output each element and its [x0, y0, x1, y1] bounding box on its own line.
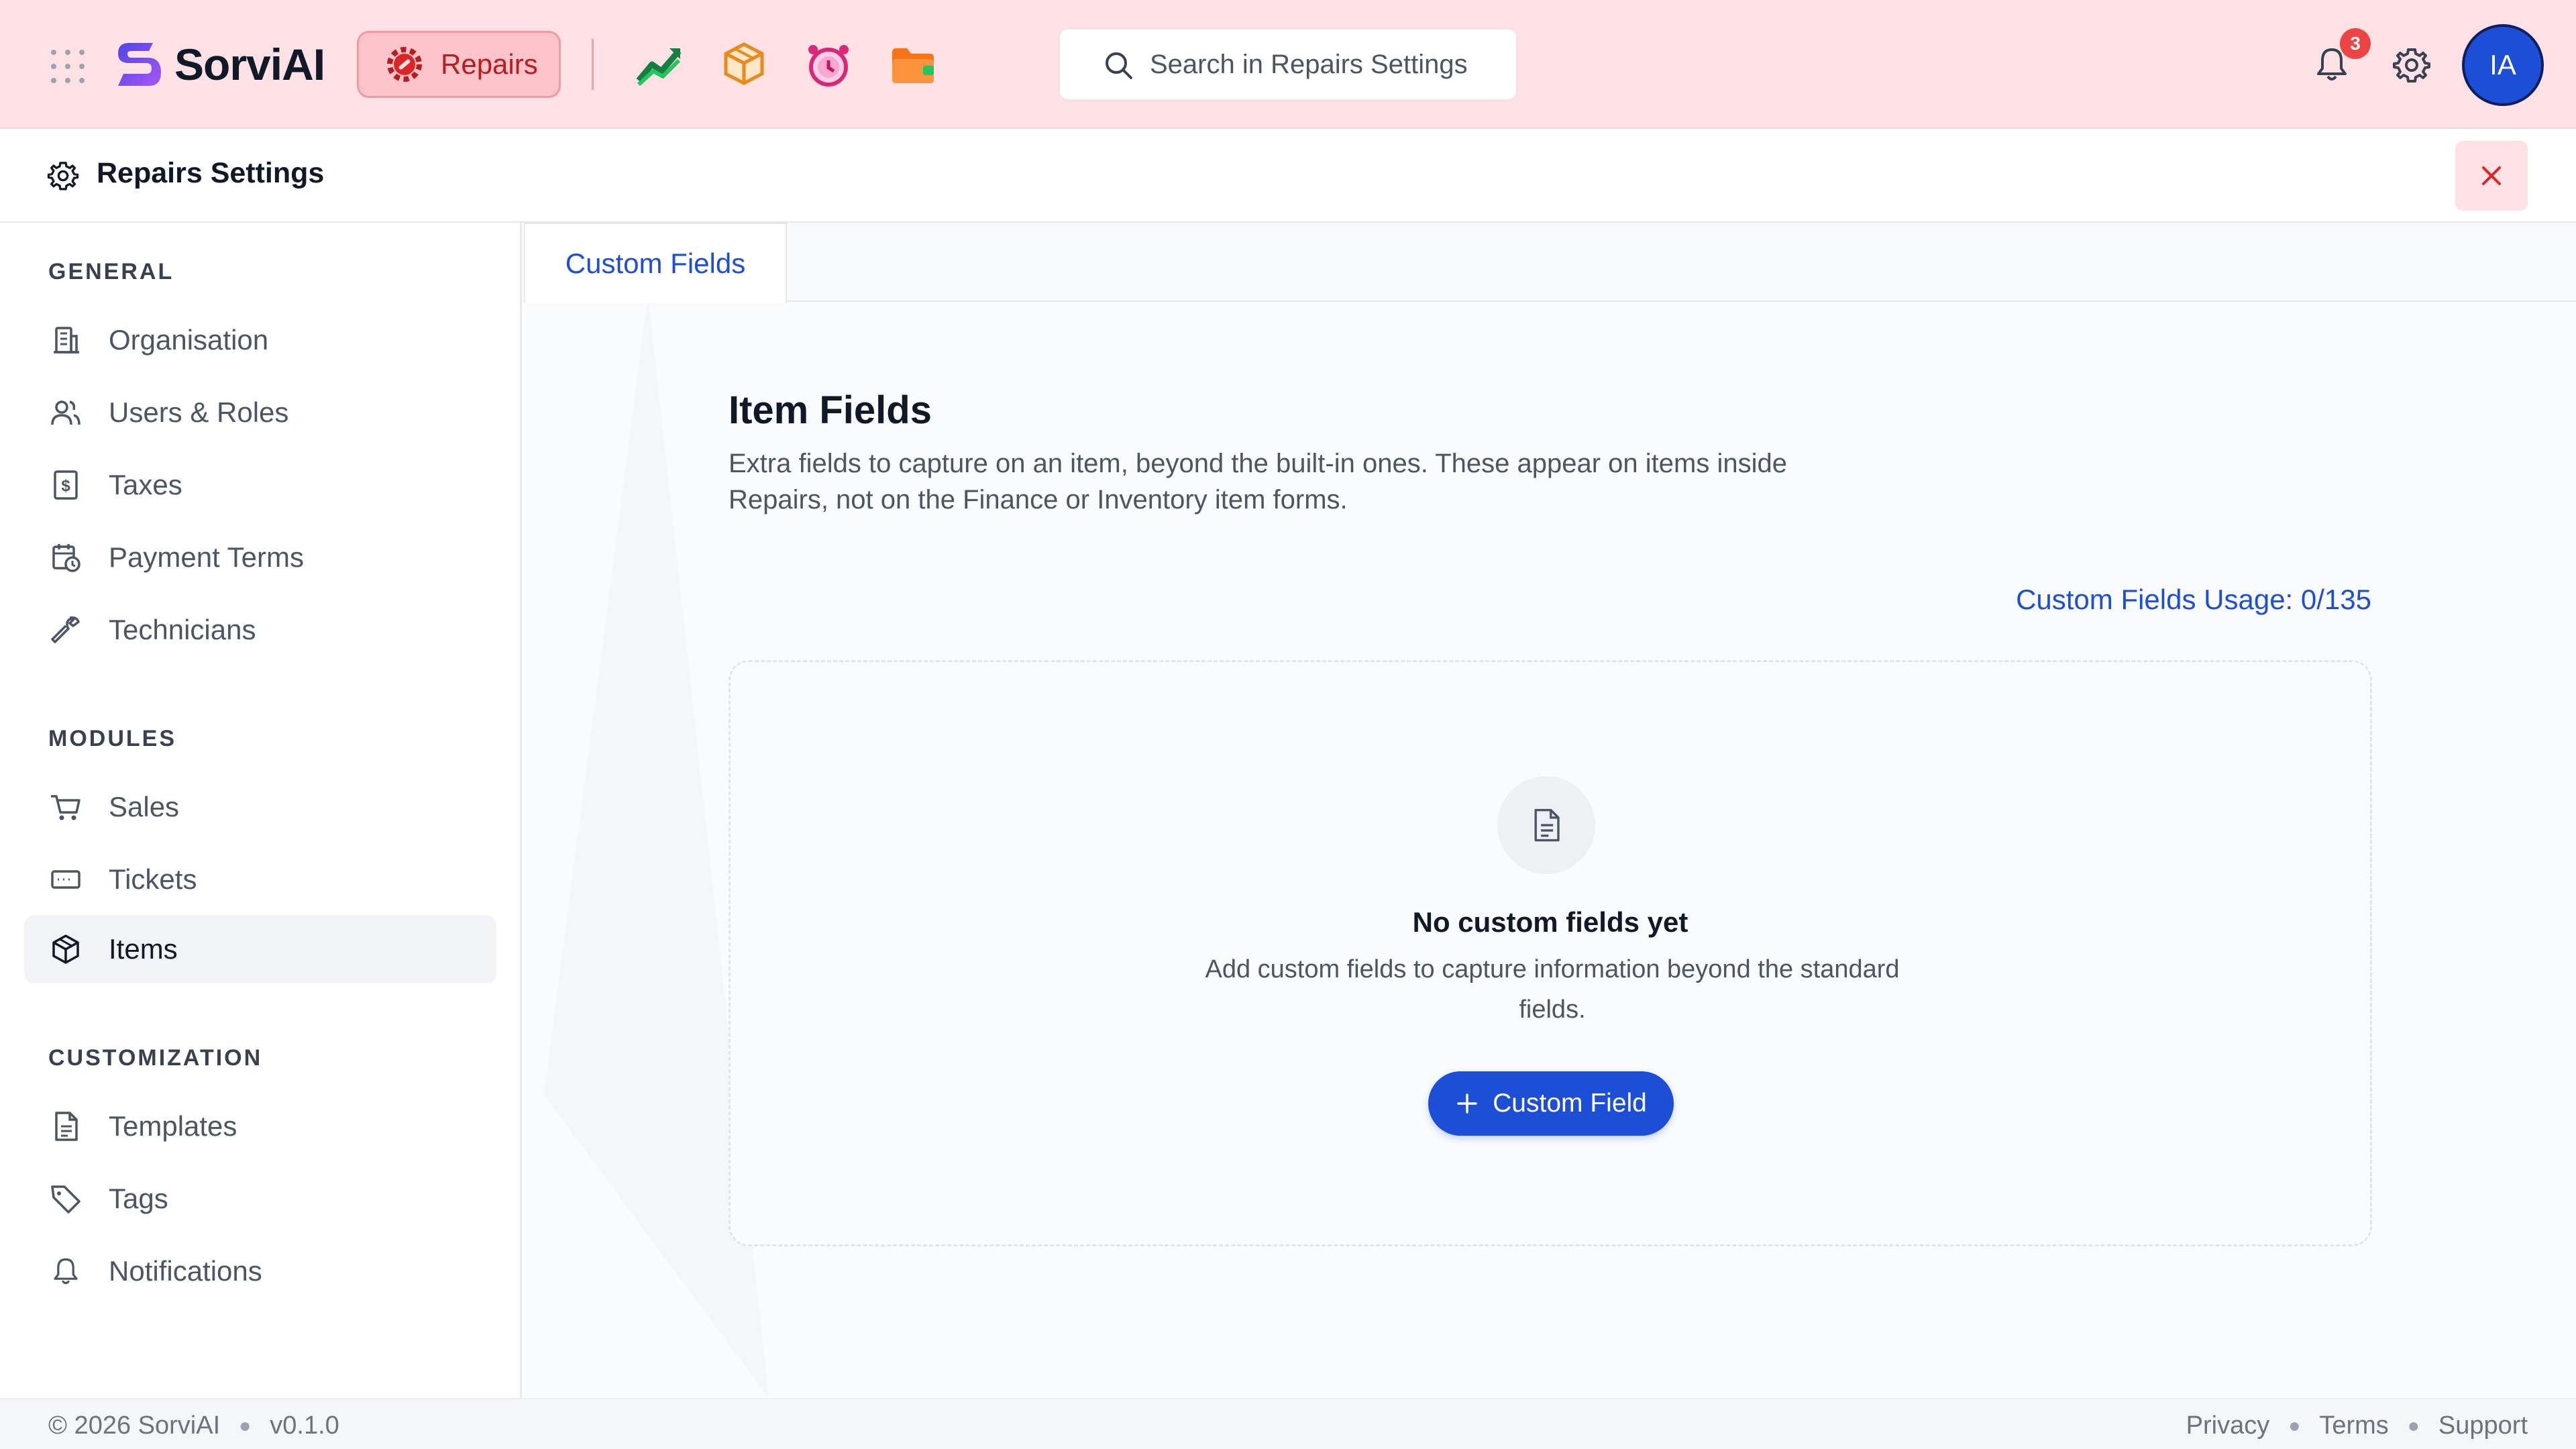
- sidebar-item-templates[interactable]: Templates: [24, 1092, 496, 1161]
- copyright-text: © 2026 SorviAI: [48, 1411, 221, 1440]
- empty-state-icon-wrap: [1497, 776, 1595, 874]
- separator-dot: ●: [2288, 1414, 2301, 1437]
- calendar-clock-icon: [48, 540, 83, 575]
- wrench-icon: [48, 612, 83, 647]
- version-text: v0.1.0: [270, 1411, 339, 1440]
- section-label-general: GENERAL: [48, 259, 174, 284]
- users-icon: [48, 395, 83, 430]
- section-label-modules: MODULES: [48, 726, 176, 751]
- sidebar-item-tickets[interactable]: Tickets: [24, 845, 496, 914]
- sidebar-item-tags[interactable]: Tags: [24, 1165, 496, 1233]
- sidebar-item-payment-terms[interactable]: Payment Terms: [24, 523, 496, 592]
- section-title: Item Fields: [729, 388, 932, 432]
- settings-content: Custom Fields Item Fields Extra fields t…: [524, 223, 2576, 1398]
- building-icon: [48, 323, 83, 358]
- sidebar-item-label: Organisation: [109, 324, 269, 356]
- alarm-clock-icon[interactable]: [804, 40, 853, 90]
- tab-custom-fields[interactable]: Custom Fields: [524, 223, 787, 303]
- separator-dot: ●: [2407, 1414, 2420, 1437]
- plus-icon: [1457, 1093, 1477, 1114]
- search-box[interactable]: [1059, 28, 1517, 101]
- sidebar-item-technicians[interactable]: Technicians: [24, 596, 496, 664]
- document-icon: [48, 1109, 83, 1144]
- sidebar-item-sales[interactable]: Sales: [24, 773, 496, 841]
- gear-icon[interactable]: [2392, 46, 2431, 85]
- empty-state-title: No custom fields yet: [1412, 906, 1688, 938]
- sidebar-item-users-roles[interactable]: Users & Roles: [24, 378, 496, 447]
- search-input[interactable]: [1150, 49, 1512, 80]
- tabs-bar: Custom Fields: [524, 223, 2576, 303]
- logo-icon: [118, 43, 161, 86]
- empty-state: No custom fields yet Add custom fields t…: [729, 660, 2372, 1246]
- current-app-label: Repairs: [441, 48, 538, 80]
- sidebar-item-label: Templates: [109, 1110, 237, 1142]
- privacy-link[interactable]: Privacy: [2186, 1411, 2270, 1440]
- search-icon: [1106, 52, 1132, 79]
- tag-icon: [48, 1181, 83, 1216]
- divider: [592, 39, 594, 90]
- sidebar-item-label: Notifications: [109, 1255, 262, 1287]
- gear-icon: [47, 162, 79, 191]
- section-label-customization: CUSTOMIZATION: [48, 1045, 263, 1071]
- cart-icon: [48, 790, 83, 824]
- ticket-icon: [48, 862, 83, 897]
- bell-icon: [48, 1254, 83, 1289]
- sidebar-item-label: Items: [109, 933, 178, 965]
- sidebar-item-organisation[interactable]: Organisation: [24, 306, 496, 374]
- inventory-box-icon[interactable]: [719, 40, 769, 90]
- avatar[interactable]: IA: [2462, 24, 2544, 106]
- sidebar-item-notifications[interactable]: Notifications: [24, 1237, 496, 1305]
- box-icon: [48, 932, 83, 967]
- close-button[interactable]: [2455, 141, 2528, 211]
- terms-link[interactable]: Terms: [2319, 1411, 2388, 1440]
- separator-dot: ●: [239, 1414, 252, 1437]
- svg-text:$: $: [61, 477, 70, 495]
- repair-gear-icon: [387, 47, 422, 82]
- section-description: Extra fields to capture on an item, beyo…: [729, 449, 1787, 515]
- sidebar-item-label: Tickets: [109, 863, 197, 895]
- support-link[interactable]: Support: [2438, 1411, 2528, 1440]
- finance-chart-icon[interactable]: [635, 40, 684, 90]
- page-title: Repairs Settings: [97, 157, 325, 189]
- sidebar-item-label: Tags: [109, 1183, 168, 1214]
- custom-fields-usage-link[interactable]: Custom Fields Usage: 0/135: [2016, 584, 2371, 616]
- top-bar: SorviAI Repairs Search in Repairs Settin…: [0, 0, 2576, 129]
- folder-icon[interactable]: [888, 40, 938, 90]
- add-custom-field-button[interactable]: Custom Field: [1428, 1071, 1674, 1136]
- brand-logo[interactable]: SorviAI: [111, 35, 325, 94]
- sidebar-item-label: Taxes: [109, 469, 182, 500]
- current-app-button[interactable]: Repairs: [357, 31, 561, 98]
- grid-dots-icon[interactable]: [51, 50, 85, 83]
- sidebar-item-taxes[interactable]: $ Taxes: [24, 451, 496, 519]
- footer: © 2026 SorviAI ● v0.1.0 Privacy ● Terms …: [0, 1398, 2576, 1449]
- sidebar-item-label: Technicians: [109, 614, 256, 645]
- sidebar-item-label: Payment Terms: [109, 541, 304, 573]
- tab-label: Custom Fields: [565, 248, 746, 279]
- brand-name: SorviAI: [174, 40, 325, 89]
- add-custom-field-label: Custom Field: [1493, 1089, 1647, 1118]
- settings-header: Repairs Settings: [0, 130, 2576, 223]
- document-icon: [1534, 808, 1560, 842]
- close-icon: [2482, 166, 2501, 185]
- notification-badge: 3: [2340, 28, 2371, 59]
- settings-sidebar: GENERAL Organisation Users & Roles $ Tax…: [0, 223, 522, 1398]
- sidebar-item-label: Sales: [109, 791, 180, 822]
- empty-state-description: Add custom fields to capture information…: [1205, 955, 1900, 1024]
- dollar-doc-icon: $: [48, 468, 83, 502]
- sidebar-item-label: Users & Roles: [109, 396, 289, 428]
- sidebar-item-items[interactable]: Items: [24, 915, 496, 983]
